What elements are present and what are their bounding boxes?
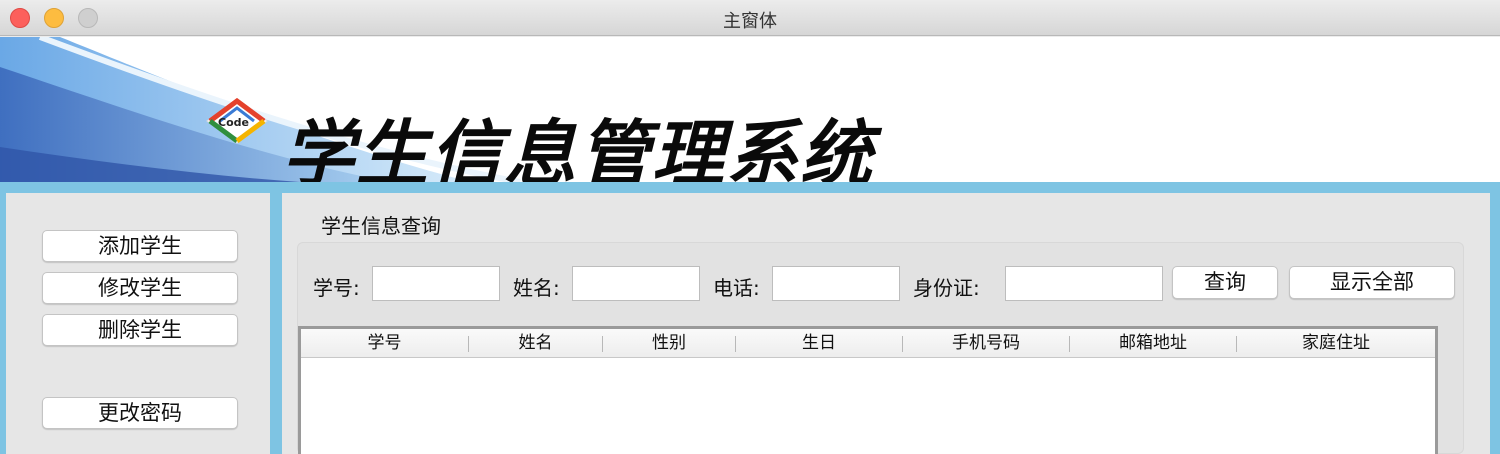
column-header-name[interactable]: 姓名 [469,329,602,358]
window-title: 主窗体 [723,11,777,32]
student-id-input[interactable] [372,266,500,301]
id-card-label: 身份证: [913,276,980,300]
student-id-label: 学号: [313,276,360,300]
show-all-button[interactable]: 显示全部 [1289,266,1455,299]
search-button[interactable]: 查询 [1172,266,1278,299]
phone-input[interactable] [772,266,900,301]
app-banner: Code 学生信息管理系统 [0,37,1500,182]
add-student-button[interactable]: 添加学生 [42,230,238,262]
column-header-student-id[interactable]: 学号 [301,329,468,358]
name-input[interactable] [572,266,700,301]
column-header-address[interactable]: 家庭住址 [1237,329,1435,358]
column-header-gender[interactable]: 性别 [603,329,735,358]
query-section-title: 学生信息查询 [321,214,441,238]
column-header-birthday[interactable]: 生日 [736,329,902,358]
id-card-input[interactable] [1005,266,1163,301]
edit-student-button[interactable]: 修改学生 [42,272,238,304]
change-password-button[interactable]: 更改密码 [42,397,238,429]
app-title: 学生信息管理系统 [282,111,875,182]
column-header-email[interactable]: 邮箱地址 [1070,329,1236,358]
logo-text: Code [218,116,249,129]
name-label: 姓名: [513,276,560,300]
window-titlebar: 主窗体 [0,0,1500,36]
phone-label: 电话: [713,276,760,300]
column-header-phone[interactable]: 手机号码 [903,329,1069,358]
table-header: 学号 姓名 性别 生日 手机号码 邮箱地址 家庭住址 [301,329,1435,358]
delete-student-button[interactable]: 删除学生 [42,314,238,346]
student-table[interactable]: 学号 姓名 性别 生日 手机号码 邮箱地址 家庭住址 [298,326,1438,454]
